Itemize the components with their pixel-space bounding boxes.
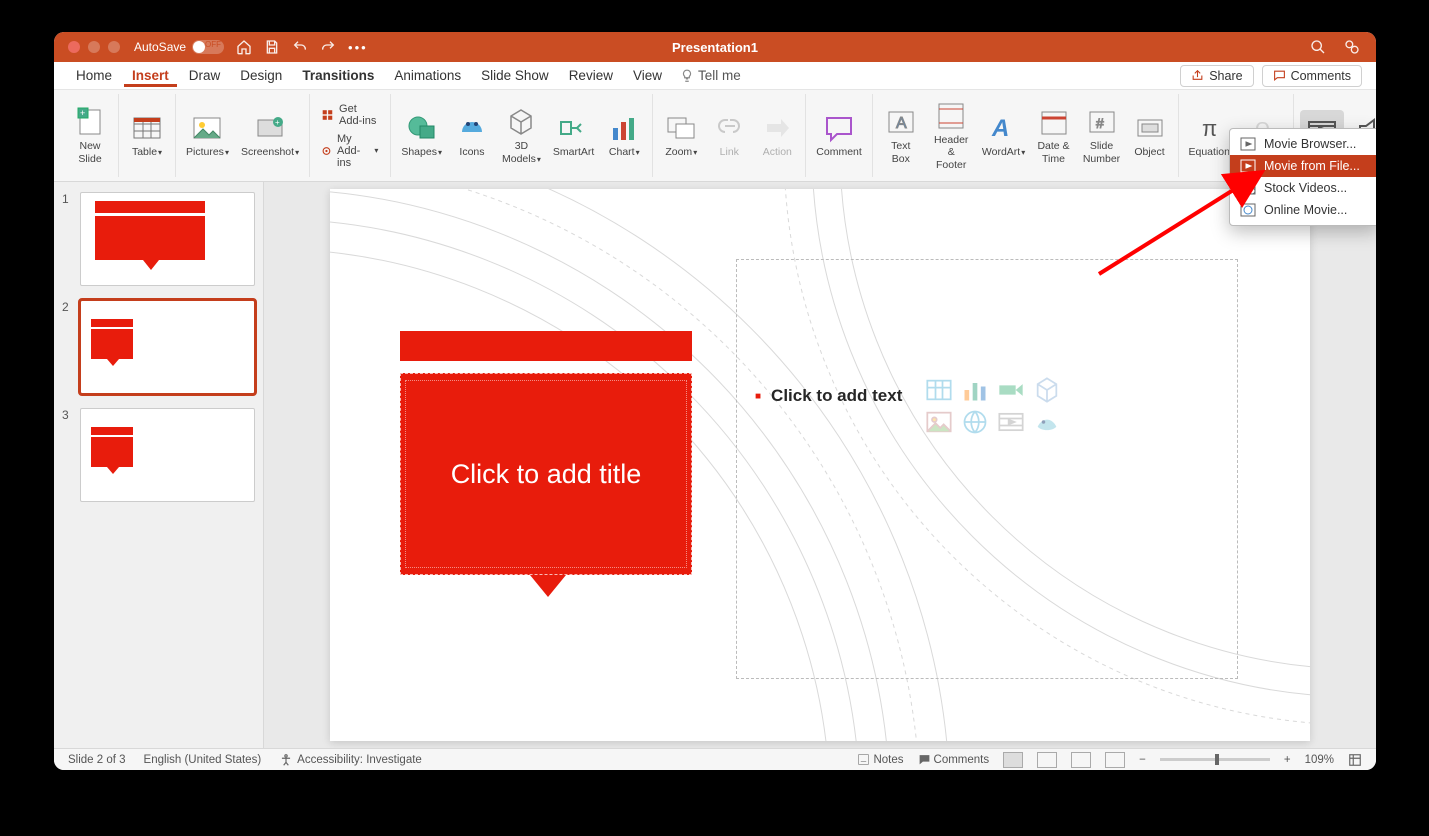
my-addins-button[interactable]: My Add-ins▾ xyxy=(318,131,382,171)
zoom-button[interactable]: Zoom▾ xyxy=(659,110,703,160)
insert-icon-icon xyxy=(1033,408,1061,434)
shapes-button[interactable]: Shapes▾ xyxy=(397,110,446,160)
app-window: AutoSave OFF ••• Presentation1 Home Inse… xyxy=(54,32,1376,770)
zoom-slider[interactable] xyxy=(1160,758,1270,761)
fit-window-button[interactable] xyxy=(1348,753,1362,767)
sync-icon[interactable] xyxy=(1344,39,1360,55)
comments-button[interactable]: Comments xyxy=(1262,65,1362,87)
ribbon: + New Slide Table▾ Pictures▾ + Screensho… xyxy=(54,90,1376,182)
textbox-button[interactable]: AText Box xyxy=(879,104,923,166)
autosave-label: AutoSave xyxy=(134,40,186,54)
language-indicator[interactable]: English (United States) xyxy=(144,754,262,766)
status-bar: Slide 2 of 3 English (United States) Acc… xyxy=(54,748,1376,770)
slide-counter[interactable]: Slide 2 of 3 xyxy=(68,754,126,766)
menu-online-movie[interactable]: Online Movie... xyxy=(1230,199,1376,221)
tab-draw[interactable]: Draw xyxy=(181,64,229,87)
tab-design[interactable]: Design xyxy=(232,64,290,87)
smartart-button[interactable]: SmartArt xyxy=(549,110,598,160)
pictures-button[interactable]: Pictures▾ xyxy=(182,110,233,160)
close-dot[interactable] xyxy=(68,41,80,53)
tab-home[interactable]: Home xyxy=(68,64,120,87)
insert-smartart-icon xyxy=(997,376,1025,402)
wordart-button[interactable]: AWordArt▾ xyxy=(980,110,1028,160)
svg-text:+: + xyxy=(275,118,280,127)
callout-pointer xyxy=(530,575,566,597)
slide-number-button[interactable]: #Slide Number xyxy=(1080,104,1124,166)
icons-button[interactable]: Icons xyxy=(450,110,494,160)
slide-thumbnails: 1 2 3 xyxy=(54,182,264,748)
slide: Click to add title Click to add text xyxy=(330,189,1310,741)
document-title: Presentation1 xyxy=(672,40,758,55)
chart-button[interactable]: Chart▾ xyxy=(602,110,646,160)
tell-me[interactable]: Tell me xyxy=(680,68,741,83)
screenshot-button[interactable]: + Screenshot▾ xyxy=(237,110,303,160)
window-controls[interactable] xyxy=(54,41,120,53)
header-footer-button[interactable]: Header & Footer xyxy=(927,98,976,172)
tab-insert[interactable]: Insert xyxy=(124,64,177,87)
home-icon[interactable] xyxy=(236,39,252,55)
tab-animations[interactable]: Animations xyxy=(386,64,469,87)
datetime-button[interactable]: Date & Time xyxy=(1032,104,1076,166)
tab-transitions[interactable]: Transitions xyxy=(294,64,382,87)
comments-pane-button[interactable]: Comments xyxy=(918,753,990,766)
tab-slideshow[interactable]: Slide Show xyxy=(473,64,557,87)
title-header-bar xyxy=(400,331,692,361)
titlebar: AutoSave OFF ••• Presentation1 xyxy=(54,32,1376,62)
insert-picture-icon xyxy=(925,408,953,434)
slide-canvas[interactable]: Click to add title Click to add text xyxy=(264,182,1376,748)
content-icons[interactable] xyxy=(925,376,1063,434)
autosave-toggle[interactable]: AutoSave OFF xyxy=(134,40,224,54)
normal-view-button[interactable] xyxy=(1003,752,1023,768)
tab-review[interactable]: Review xyxy=(561,64,621,87)
menu-stock-videos[interactable]: Stock Videos... xyxy=(1230,177,1376,199)
zoom-in[interactable]: + xyxy=(1284,754,1291,766)
menu-movie-browser[interactable]: Movie Browser... xyxy=(1230,133,1376,155)
svg-text:π: π xyxy=(1202,116,1217,141)
zoom-level[interactable]: 109% xyxy=(1305,754,1334,766)
editor-body: 1 2 3 xyxy=(54,182,1376,748)
new-slide-button[interactable]: + New Slide xyxy=(68,104,112,166)
svg-text:A: A xyxy=(991,115,1009,142)
zoom-dot[interactable] xyxy=(108,41,120,53)
tab-view[interactable]: View xyxy=(625,64,670,87)
object-button[interactable]: Object xyxy=(1128,110,1172,160)
menu-movie-from-file[interactable]: Movie from File... xyxy=(1230,155,1376,177)
svg-text:+: + xyxy=(80,108,85,118)
search-icon[interactable] xyxy=(1310,39,1326,55)
ribbon-tabs: Home Insert Draw Design Transitions Anim… xyxy=(54,62,1376,90)
sorter-view-button[interactable] xyxy=(1037,752,1057,768)
get-addins-button[interactable]: Get Add-ins xyxy=(318,101,382,129)
accessibility-check[interactable]: Accessibility: Investigate xyxy=(279,753,422,767)
video-dropdown-menu: Movie Browser... Movie from File... Stoc… xyxy=(1229,128,1376,226)
zoom-out[interactable]: − xyxy=(1139,754,1146,766)
svg-text:A: A xyxy=(896,115,907,132)
minimize-dot[interactable] xyxy=(88,41,100,53)
insert-table-icon xyxy=(925,376,953,402)
thumbnail-2[interactable] xyxy=(80,300,255,394)
redo-icon[interactable] xyxy=(320,39,336,55)
notes-button[interactable]: Notes xyxy=(857,753,903,766)
more-icon[interactable]: ••• xyxy=(348,40,368,55)
insert-3d-icon xyxy=(1033,376,1061,402)
insert-chart-icon xyxy=(961,376,989,402)
thumbnail-3[interactable] xyxy=(80,408,255,502)
reading-view-button[interactable] xyxy=(1071,752,1091,768)
content-placeholder[interactable]: Click to add text xyxy=(736,259,1238,679)
share-button[interactable]: Share xyxy=(1180,65,1253,87)
save-icon[interactable] xyxy=(264,39,280,55)
link-button: Link xyxy=(707,110,751,160)
3d-models-button[interactable]: 3D Models▾ xyxy=(498,104,545,166)
thumbnail-1[interactable] xyxy=(80,192,255,286)
table-button[interactable]: Table▾ xyxy=(125,110,169,160)
title-placeholder[interactable]: Click to add title xyxy=(400,373,692,575)
action-button: Action xyxy=(755,110,799,160)
insert-online-picture-icon xyxy=(961,408,989,434)
undo-icon[interactable] xyxy=(292,39,308,55)
svg-text:#: # xyxy=(1096,115,1104,131)
slideshow-view-button[interactable] xyxy=(1105,752,1125,768)
comment-button[interactable]: Comment xyxy=(812,110,866,160)
insert-video-icon xyxy=(997,408,1025,434)
